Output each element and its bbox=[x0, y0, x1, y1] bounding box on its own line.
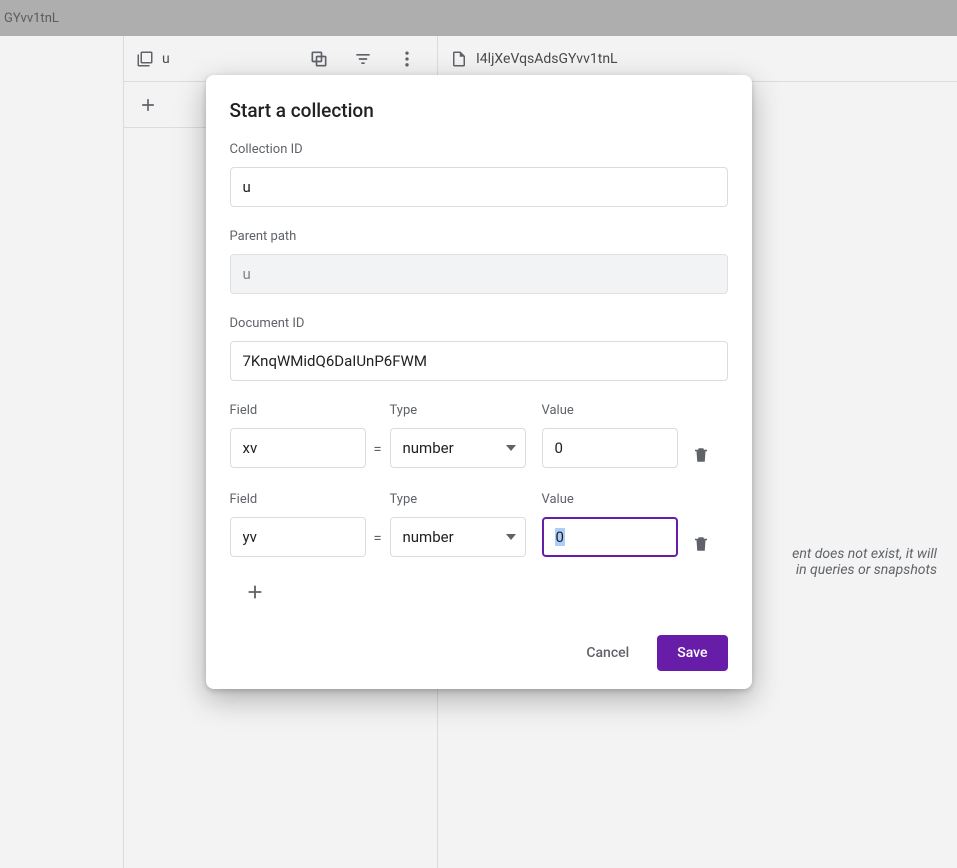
equals-separator: = bbox=[366, 529, 390, 557]
parent-path-input bbox=[230, 254, 728, 294]
dialog-title: Start a collection bbox=[230, 99, 728, 122]
save-button[interactable]: Save bbox=[657, 635, 727, 671]
delete-field-button[interactable] bbox=[692, 446, 710, 464]
value-label: Value bbox=[542, 403, 678, 418]
delete-field-button[interactable] bbox=[692, 535, 710, 553]
add-field-button[interactable] bbox=[244, 581, 728, 603]
type-label: Type bbox=[390, 403, 526, 418]
type-label: Type bbox=[390, 492, 526, 507]
field-name-input[interactable] bbox=[230, 428, 366, 468]
field-value-input[interactable] bbox=[542, 428, 678, 468]
collection-id-label: Collection ID bbox=[230, 142, 728, 157]
field-row: Field = Type number Value bbox=[230, 403, 728, 468]
field-label: Field bbox=[230, 403, 366, 418]
document-id-label: Document ID bbox=[230, 316, 728, 331]
field-value-input[interactable]: 0 bbox=[542, 517, 678, 557]
equals-separator: = bbox=[366, 440, 390, 468]
chevron-down-icon bbox=[506, 445, 516, 451]
collection-id-input[interactable] bbox=[230, 167, 728, 207]
dialog-actions: Cancel Save bbox=[230, 627, 728, 671]
field-label: Field bbox=[230, 492, 366, 507]
value-label: Value bbox=[542, 492, 678, 507]
modal-overlay: Start a collection Collection ID Parent … bbox=[0, 0, 957, 868]
chevron-down-icon bbox=[506, 534, 516, 540]
document-id-input[interactable] bbox=[230, 341, 728, 381]
field-name-input[interactable] bbox=[230, 517, 366, 557]
parent-path-label: Parent path bbox=[230, 229, 728, 244]
field-row: Field = Type number Value 0 bbox=[230, 492, 728, 557]
cancel-button[interactable]: Cancel bbox=[566, 635, 649, 671]
start-collection-dialog: Start a collection Collection ID Parent … bbox=[206, 75, 752, 689]
